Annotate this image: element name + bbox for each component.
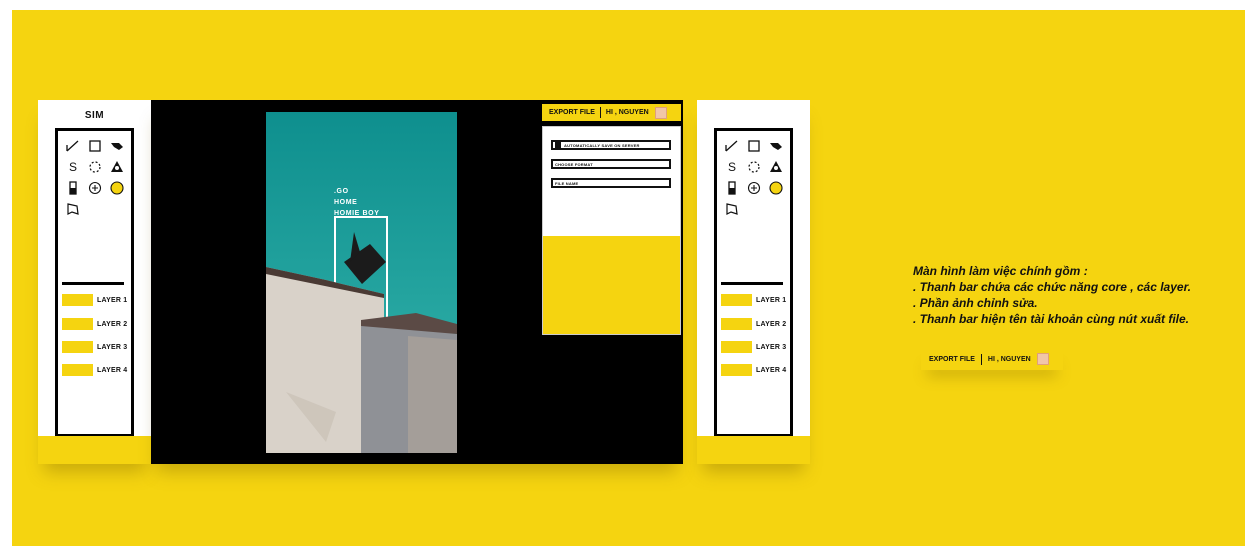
lasso-tool-icon[interactable]	[743, 156, 765, 177]
description-text: Màn hình làm việc chính gồm : . Thanh ba…	[913, 263, 1191, 327]
description-line-2: . Thanh bar chứa các chức năng core , cá…	[913, 280, 1191, 294]
layer-item-1[interactable]: LAYER 1	[721, 294, 786, 306]
tool-grid: S	[62, 135, 128, 219]
right-tool-panel: S LAYER 1 LAYER 2 LAYER 3 LAYER 4	[697, 100, 810, 464]
description-line-4: . Thanh bar hiện tên tài khoản cùng nút …	[913, 312, 1190, 326]
layer-swatch	[721, 294, 752, 306]
s-curve-tool-icon[interactable]: S	[721, 156, 743, 177]
panel-bottom-band	[697, 436, 810, 464]
photo-text-line-1: .GO	[334, 188, 349, 195]
account-greeting: HI , NGUYEN	[987, 355, 1031, 363]
tool-box: S LAYER 1 LAYER 2 LAYER 3 LAYER 4	[714, 128, 793, 437]
layer-item-1[interactable]: LAYER 1	[62, 294, 127, 306]
description-line-3: . Phần ảnh chỉnh sửa.	[913, 296, 1038, 310]
layer-divider	[721, 282, 783, 285]
color-picker-icon[interactable]	[765, 177, 787, 198]
photo-text-line-3: HOMIE BOY	[334, 210, 380, 217]
description-line-1: Màn hình làm việc chính gồm :	[913, 264, 1088, 278]
add-tool-icon[interactable]	[84, 177, 106, 198]
account-bar: EXPORT FILE HI , NGUYEN	[542, 104, 681, 121]
line-tool-icon[interactable]	[62, 135, 84, 156]
layer-label: LAYER 1	[97, 296, 128, 304]
layer-label: LAYER 2	[756, 320, 787, 328]
layer-label: LAYER 1	[756, 296, 787, 304]
crop-tool-icon[interactable]	[62, 177, 84, 198]
export-options-panel: AUTOMATICALLY SAVE ON SERVER CHOOSE FORM…	[542, 126, 681, 335]
layer-label: LAYER 4	[756, 366, 787, 374]
layer-swatch	[721, 318, 752, 330]
editor-workspace[interactable]: .GO HOME HOMIE BOY EXPORT FILE HI , NGUY…	[151, 100, 683, 464]
tool-grid: S	[721, 135, 787, 219]
panel-bottom-band	[38, 436, 151, 464]
edited-photo[interactable]: .GO HOME HOMIE BOY	[266, 112, 457, 453]
lasso-tool-icon[interactable]	[84, 156, 106, 177]
export-panel-footer	[543, 236, 680, 334]
file-name-input[interactable]: FILE NAME	[551, 178, 671, 188]
account-greeting: HI , NGUYEN	[605, 109, 649, 116]
layer-swatch	[721, 341, 752, 353]
layer-item-2[interactable]: LAYER 2	[721, 318, 786, 330]
eraser-tool-icon[interactable]	[721, 198, 743, 219]
s-curve-tool-icon[interactable]: S	[62, 156, 84, 177]
layer-divider	[62, 282, 124, 285]
layer-swatch	[62, 364, 93, 376]
fill-tool-icon[interactable]	[765, 156, 787, 177]
checkbox-icon	[555, 142, 561, 148]
rectangle-tool-icon[interactable]	[743, 135, 765, 156]
crop-tool-icon[interactable]	[721, 177, 743, 198]
layer-label: LAYER 4	[97, 366, 128, 374]
layer-swatch	[62, 294, 93, 306]
tool-box: S LAYER 1 LAYER 2 LAYER 3 LAYER 4	[55, 128, 134, 437]
layer-swatch	[721, 364, 752, 376]
layer-label: LAYER 3	[756, 343, 787, 351]
pen-tool-icon[interactable]	[106, 135, 128, 156]
photo-text-line-2: HOME	[334, 199, 358, 206]
avatar[interactable]	[1036, 353, 1049, 365]
avatar[interactable]	[654, 106, 667, 119]
layer-label: LAYER 2	[97, 320, 128, 328]
photo-artwork	[266, 112, 457, 453]
line-tool-icon[interactable]	[721, 135, 743, 156]
auto-save-checkbox[interactable]: AUTOMATICALLY SAVE ON SERVER	[551, 140, 671, 150]
pen-tool-icon[interactable]	[765, 135, 787, 156]
export-file-button[interactable]: EXPORT FILE	[549, 109, 595, 116]
account-separator	[599, 107, 601, 118]
left-tool-panel: SIM S LAYER 1 LAYER 2 LAYER 3 LAYER 4	[38, 100, 151, 464]
export-file-button[interactable]: EXPORT FILE	[929, 356, 975, 363]
color-picker-icon[interactable]	[106, 177, 128, 198]
layer-swatch	[62, 341, 93, 353]
account-separator	[980, 353, 982, 365]
file-name-label: FILE NAME	[555, 180, 579, 186]
layer-item-4[interactable]: LAYER 4	[62, 364, 127, 376]
fill-tool-icon[interactable]	[106, 156, 128, 177]
choose-format-label: CHOOSE FORMAT	[555, 161, 593, 167]
rectangle-tool-icon[interactable]	[84, 135, 106, 156]
add-tool-icon[interactable]	[743, 177, 765, 198]
app-title: SIM	[84, 110, 105, 121]
layer-swatch	[62, 318, 93, 330]
layer-label: LAYER 3	[97, 343, 128, 351]
eraser-tool-icon[interactable]	[62, 198, 84, 219]
layer-item-3[interactable]: LAYER 3	[721, 341, 786, 353]
layer-item-2[interactable]: LAYER 2	[62, 318, 127, 330]
layer-item-4[interactable]: LAYER 4	[721, 364, 786, 376]
layer-item-3[interactable]: LAYER 3	[62, 341, 127, 353]
choose-format-select[interactable]: CHOOSE FORMAT	[551, 159, 671, 169]
auto-save-label: AUTOMATICALLY SAVE ON SERVER	[564, 142, 640, 148]
account-bar-preview: EXPORT FILE HI , NGUYEN	[921, 348, 1063, 370]
presentation-canvas: SIM S LAYER 1 LAYER 2 LAYER 3 LAYER 4 .G…	[12, 10, 1245, 546]
